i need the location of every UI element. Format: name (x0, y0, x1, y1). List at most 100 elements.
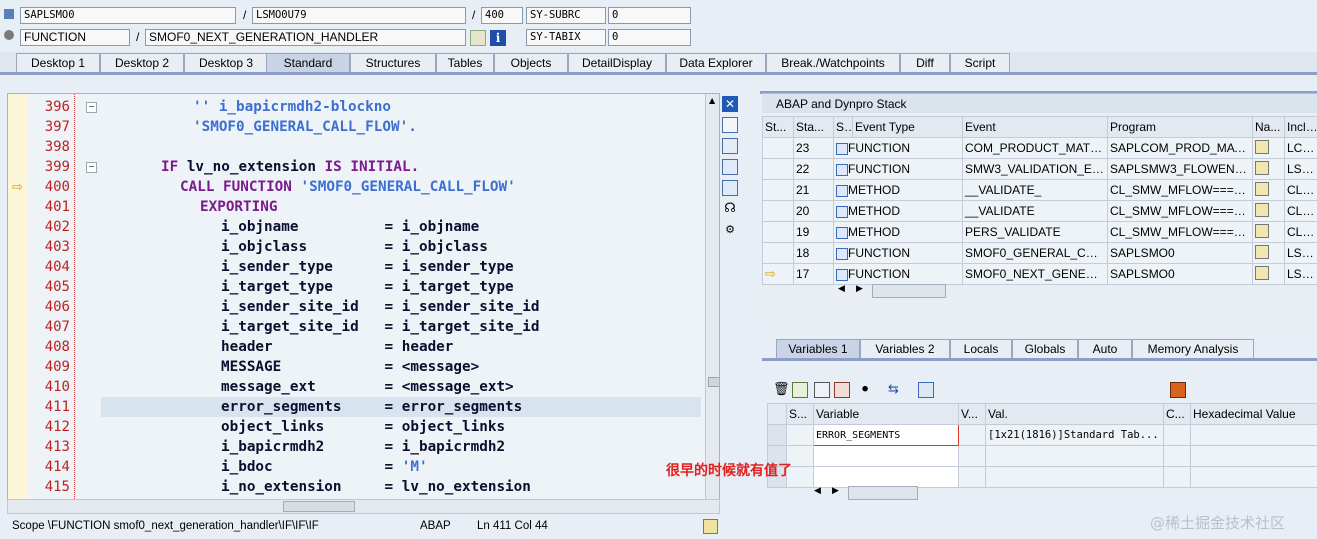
tab-tables[interactable]: Tables (436, 53, 494, 72)
tab-locals[interactable]: Locals (950, 339, 1012, 358)
table-row[interactable]: 20 METHOD __VALIDATE CL_SMW_MFLOW====... CL_… (762, 200, 1317, 222)
module-icon (836, 268, 848, 281)
fold-toggle[interactable]: − (86, 102, 97, 113)
stack-horizontal-scrollbar[interactable]: ◀ ▶ (836, 284, 956, 298)
scroll-thumb[interactable] (848, 486, 918, 500)
scroll-left-icon[interactable]: ◀ (838, 284, 845, 294)
new-tool-icon[interactable] (722, 117, 738, 133)
sysval-field[interactable]: 0 (608, 7, 691, 24)
col-header[interactable]: Na... (1252, 116, 1285, 138)
col-header[interactable]: Program (1107, 116, 1253, 138)
line-field[interactable]: 400 (481, 7, 523, 24)
scroll-thumb[interactable] (708, 377, 719, 387)
function-name-field[interactable]: SMOF0_NEXT_GENERATION_HANDLER (145, 29, 466, 46)
swap-tool-icon[interactable] (722, 138, 738, 154)
col-header[interactable]: S... (833, 116, 853, 138)
display-object-icon[interactable] (470, 30, 486, 46)
load-variable-icon[interactable] (814, 382, 830, 398)
type-field[interactable]: FUNCTION (20, 29, 130, 46)
headset-icon[interactable]: ☊ (722, 201, 738, 217)
maximize-icon[interactable] (722, 159, 738, 175)
variables-horizontal-scrollbar[interactable]: ◀ ▶ (812, 486, 922, 500)
navigate-icon[interactable] (1255, 223, 1269, 238)
tree-icon[interactable]: ⚫ (860, 382, 876, 398)
tab-memory-analysis[interactable]: Memory Analysis (1132, 339, 1254, 358)
sysval-field[interactable]: 0 (608, 29, 691, 46)
settings-icon[interactable] (918, 382, 934, 398)
tab-objects[interactable]: Objects (494, 53, 568, 72)
navigate-icon[interactable] (1255, 160, 1269, 175)
tab-detaildisplay[interactable]: DetailDisplay (568, 53, 666, 72)
navigate-icon[interactable] (1255, 265, 1269, 280)
export-icon[interactable] (834, 382, 850, 398)
table-row[interactable]: 18 FUNCTION SMOF0_GENERAL_CALL_...SAPLSMO0… (762, 242, 1317, 264)
scroll-left-icon[interactable]: ◀ (814, 486, 821, 496)
close-icon[interactable]: ✕ (722, 96, 738, 112)
variable-name-input[interactable] (813, 466, 959, 488)
col-header[interactable]: Include (1284, 116, 1317, 138)
variable-name-input[interactable]: ERROR_SEGMENTS (813, 424, 959, 446)
navigate-icon[interactable] (1255, 244, 1269, 259)
col-header[interactable]: St... (762, 116, 794, 138)
tab-desktop-2[interactable]: Desktop 2 (100, 53, 184, 72)
sysvar-field[interactable]: SY-TABIX (526, 29, 606, 46)
table-row[interactable]: 23 FUNCTION COM_PRODUCT_MAT_V... SAPLCOM_PR… (762, 137, 1317, 159)
navigate-icon[interactable] (1255, 202, 1269, 217)
tab-desktop-3[interactable]: Desktop 3 (184, 53, 268, 72)
col-header[interactable]: Event (962, 116, 1108, 138)
delete-icon[interactable]: 🗑 (773, 382, 790, 398)
scroll-right-icon[interactable]: ▶ (856, 284, 863, 294)
row-selector[interactable] (767, 424, 787, 446)
program-field[interactable]: SAPLSMO0 (20, 7, 236, 24)
tab-variables-2[interactable]: Variables 2 (860, 339, 950, 358)
variable-name-input[interactable] (813, 445, 959, 467)
col-header[interactable]: S... (786, 403, 814, 425)
col-header[interactable]: Val. (985, 403, 1164, 425)
tab-diff[interactable]: Diff (900, 53, 950, 72)
tab-script[interactable]: Script (950, 53, 1010, 72)
col-header[interactable]: C... (1163, 403, 1191, 425)
table-row[interactable] (767, 466, 1317, 488)
source-editor[interactable]: 396 − '' i_bapicrmdh2-blockno 397 'SMOF0_GE… (7, 93, 720, 500)
col-header[interactable]: Hexadecimal Value (1190, 403, 1317, 425)
cell (762, 221, 794, 243)
table-row[interactable]: 22 FUNCTION SMW3_VALIDATION_EX... SAPLSMW3_… (762, 158, 1317, 180)
compare-icon[interactable]: ⇆ (888, 382, 904, 398)
scroll-thumb[interactable] (283, 501, 355, 512)
table-row[interactable]: ⇨ 17 FUNCTION SMOF0_NEXT_GENERAT... SAPLSMO0… (762, 263, 1317, 285)
navigate-icon[interactable] (1255, 181, 1269, 196)
tab-desktop-1[interactable]: Desktop 1 (16, 53, 100, 72)
tab-standard[interactable]: Standard (266, 53, 350, 72)
tab-data-explorer[interactable]: Data Explorer (666, 53, 766, 72)
editor-horizontal-scrollbar[interactable] (7, 499, 720, 514)
scroll-right-icon[interactable]: ▶ (832, 486, 839, 496)
table-row[interactable]: 21 METHOD __VALIDATE_ CL_SMW_MFLOW====... CL… (762, 179, 1317, 201)
col-header[interactable]: Sta... (793, 116, 834, 138)
notes-icon[interactable] (703, 519, 718, 534)
cell (958, 466, 986, 488)
col-header[interactable]: Variable (813, 403, 959, 425)
cell (1252, 263, 1285, 285)
tab-variables-1[interactable]: Variables 1 (776, 339, 860, 358)
save-variable-icon[interactable] (792, 382, 808, 398)
include-field[interactable]: LSMO0U79 (252, 7, 466, 24)
table-row[interactable]: ERROR_SEGMENTS [1x21(1816)]Standard Tab.… (767, 424, 1317, 446)
editor-vertical-scrollbar[interactable]: ▲ (705, 94, 719, 499)
sysvar-field[interactable]: SY-SUBRC (526, 7, 606, 24)
scroll-thumb[interactable] (872, 284, 946, 298)
tab-globals[interactable]: Globals (1012, 339, 1078, 358)
save-icon[interactable] (1170, 382, 1186, 398)
tab-breakpoints[interactable]: Break./Watchpoints (766, 53, 900, 72)
table-row[interactable] (767, 445, 1317, 467)
navigate-icon[interactable] (1255, 139, 1269, 154)
col-header[interactable]: Event Type (852, 116, 963, 138)
services-icon[interactable]: ⚙ (722, 222, 738, 238)
resize-icon[interactable] (722, 180, 738, 196)
table-row[interactable]: 19 METHOD PERS_VALIDATE CL_SMW_MFLOW====...… (762, 221, 1317, 243)
tab-auto[interactable]: Auto (1078, 339, 1132, 358)
tab-structures[interactable]: Structures (350, 53, 436, 72)
col-header[interactable]: V... (958, 403, 986, 425)
info-icon[interactable]: i (490, 30, 506, 46)
fold-toggle[interactable]: − (86, 162, 97, 173)
scroll-up-icon[interactable]: ▲ (709, 96, 715, 105)
